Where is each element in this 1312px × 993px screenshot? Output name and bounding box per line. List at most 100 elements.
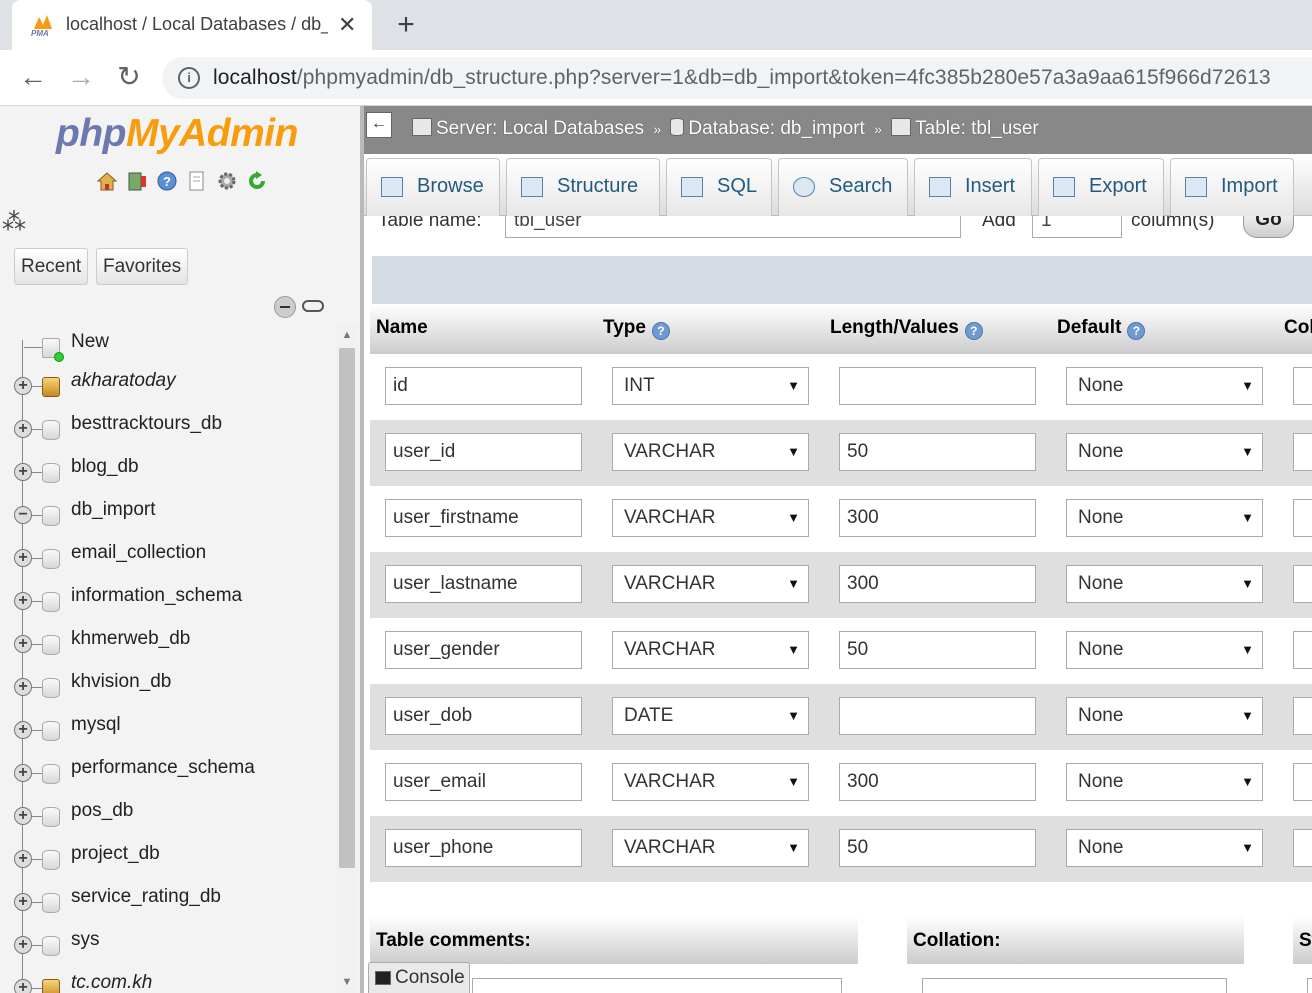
- tree-item-database[interactable]: + sys: [0, 928, 336, 958]
- expand-icon[interactable]: +: [14, 721, 32, 739]
- tree-item-database[interactable]: + mysql: [0, 713, 336, 743]
- collation-select[interactable]: [922, 978, 1227, 993]
- recent-button[interactable]: Recent: [14, 248, 89, 285]
- column-default-select[interactable]: None ▼: [1066, 367, 1263, 405]
- tree-item-database[interactable]: + pos_db: [0, 799, 336, 829]
- column-name-input[interactable]: user_id: [385, 433, 582, 471]
- tree-item-database[interactable]: − db_import: [0, 498, 336, 528]
- add-columns-count-input[interactable]: 1: [1032, 216, 1122, 238]
- tree-item-database[interactable]: + service_rating_db: [0, 885, 336, 915]
- column-default-select[interactable]: None ▼: [1066, 499, 1263, 537]
- help-icon[interactable]: ?: [964, 322, 983, 340]
- link-with-main-panel-icon[interactable]: [302, 300, 324, 312]
- expand-icon[interactable]: +: [14, 850, 32, 868]
- address-bar[interactable]: i localhost/phpmyadmin/db_structure.php?…: [162, 57, 1312, 99]
- tree-item-database[interactable]: + email_collection: [0, 541, 336, 571]
- expand-icon[interactable]: +: [14, 377, 32, 395]
- tab-sql[interactable]: SQL: [666, 158, 772, 216]
- settings-gear-icon[interactable]: [216, 170, 238, 192]
- collapse-all-icon[interactable]: [274, 296, 296, 318]
- expand-icon[interactable]: +: [14, 936, 32, 954]
- column-default-select[interactable]: None ▼: [1066, 697, 1263, 735]
- column-type-select[interactable]: VARCHAR ▼: [612, 631, 809, 669]
- tab-search[interactable]: Search: [778, 158, 908, 216]
- tab-import[interactable]: Import: [1170, 158, 1294, 216]
- storage-engine-select[interactable]: [1307, 978, 1312, 993]
- home-icon[interactable]: [96, 170, 118, 192]
- close-tab-icon[interactable]: ✕: [338, 12, 356, 38]
- column-name-input[interactable]: user_dob: [385, 697, 582, 735]
- tree-item-database[interactable]: + khmerweb_db: [0, 627, 336, 657]
- expand-icon[interactable]: +: [14, 635, 32, 653]
- expand-icon[interactable]: +: [14, 549, 32, 567]
- browser-tab[interactable]: PMA localhost / Local Databases / db_imp…: [12, 0, 372, 50]
- column-length-input[interactable]: [839, 697, 1036, 735]
- tab-insert[interactable]: Insert: [914, 158, 1032, 216]
- forward-button[interactable]: →: [66, 62, 96, 92]
- url-text[interactable]: localhost/phpmyadmin/db_structure.php?se…: [213, 66, 1271, 90]
- tree-item-database[interactable]: + besttracktours_db: [0, 412, 336, 442]
- help-icon[interactable]: ?: [156, 170, 178, 192]
- tree-item-database[interactable]: + information_schema: [0, 584, 336, 614]
- phpmyadmin-logo[interactable]: phpMyAdmin: [56, 112, 298, 156]
- column-collation-select[interactable]: [1293, 763, 1312, 801]
- scroll-up-arrow-icon[interactable]: ▲: [336, 324, 358, 346]
- navigation-scrollbar[interactable]: ▲ ▼: [336, 324, 358, 993]
- expand-icon[interactable]: +: [14, 592, 32, 610]
- tab-export[interactable]: Export: [1038, 158, 1164, 216]
- tree-item-database[interactable]: + akharatoday: [0, 369, 336, 399]
- scroll-down-arrow-icon[interactable]: ▼: [336, 971, 358, 993]
- help-icon[interactable]: ?: [1127, 322, 1146, 340]
- scroll-thumb[interactable]: [339, 348, 355, 868]
- column-default-select[interactable]: None ▼: [1066, 763, 1263, 801]
- column-name-input[interactable]: user_email: [385, 763, 582, 801]
- expand-icon[interactable]: +: [14, 807, 32, 825]
- column-type-select[interactable]: VARCHAR ▼: [612, 433, 809, 471]
- column-collation-select[interactable]: [1293, 829, 1312, 867]
- console-toggle[interactable]: Console: [368, 962, 470, 993]
- column-name-input[interactable]: user_lastname: [385, 565, 582, 603]
- expand-icon[interactable]: +: [14, 463, 32, 481]
- tree-item-database[interactable]: + performance_schema: [0, 756, 336, 786]
- column-name-input[interactable]: user_phone: [385, 829, 582, 867]
- column-collation-select[interactable]: [1293, 433, 1312, 471]
- documentation-icon[interactable]: [186, 170, 208, 192]
- column-default-select[interactable]: None ▼: [1066, 565, 1263, 603]
- column-name-input[interactable]: id: [385, 367, 582, 405]
- column-default-select[interactable]: None ▼: [1066, 829, 1263, 867]
- go-button[interactable]: Go: [1243, 216, 1294, 238]
- favorites-button[interactable]: Favorites: [96, 248, 189, 285]
- column-type-select[interactable]: DATE ▼: [612, 697, 809, 735]
- table-name-input[interactable]: tbl_user: [505, 216, 961, 238]
- tab-browse[interactable]: Browse: [366, 158, 500, 216]
- breadcrumb-database[interactable]: Database: db_import: [688, 118, 864, 139]
- site-info-icon[interactable]: i: [178, 67, 200, 89]
- new-tab-button[interactable]: +: [392, 8, 420, 42]
- logout-icon[interactable]: [126, 170, 148, 192]
- column-name-input[interactable]: user_gender: [385, 631, 582, 669]
- collapse-icon[interactable]: −: [14, 506, 32, 524]
- column-collation-select[interactable]: [1293, 499, 1312, 537]
- column-type-select[interactable]: INT ▼: [612, 367, 809, 405]
- column-type-select[interactable]: VARCHAR ▼: [612, 763, 809, 801]
- column-default-select[interactable]: None ▼: [1066, 631, 1263, 669]
- column-name-input[interactable]: user_firstname: [385, 499, 582, 537]
- column-collation-select[interactable]: [1293, 631, 1312, 669]
- column-default-select[interactable]: None ▼: [1066, 433, 1263, 471]
- column-type-select[interactable]: VARCHAR ▼: [612, 565, 809, 603]
- column-length-input[interactable]: 50: [839, 433, 1036, 471]
- column-collation-select[interactable]: [1293, 697, 1312, 735]
- table-comments-input[interactable]: [472, 978, 842, 993]
- column-length-input[interactable]: 300: [839, 499, 1036, 537]
- tree-item-database[interactable]: + tc.com.kh: [0, 971, 336, 993]
- reload-button[interactable]: ↻: [114, 62, 144, 92]
- breadcrumb-table[interactable]: Table: tbl_user: [915, 118, 1039, 139]
- breadcrumb-server[interactable]: Server: Local Databases: [436, 118, 644, 139]
- column-length-input[interactable]: 50: [839, 631, 1036, 669]
- column-length-input[interactable]: [839, 367, 1036, 405]
- column-collation-select[interactable]: [1293, 367, 1312, 405]
- column-length-input[interactable]: 300: [839, 565, 1036, 603]
- expand-icon[interactable]: +: [14, 764, 32, 782]
- column-length-input[interactable]: 300: [839, 763, 1036, 801]
- expand-icon[interactable]: +: [14, 678, 32, 696]
